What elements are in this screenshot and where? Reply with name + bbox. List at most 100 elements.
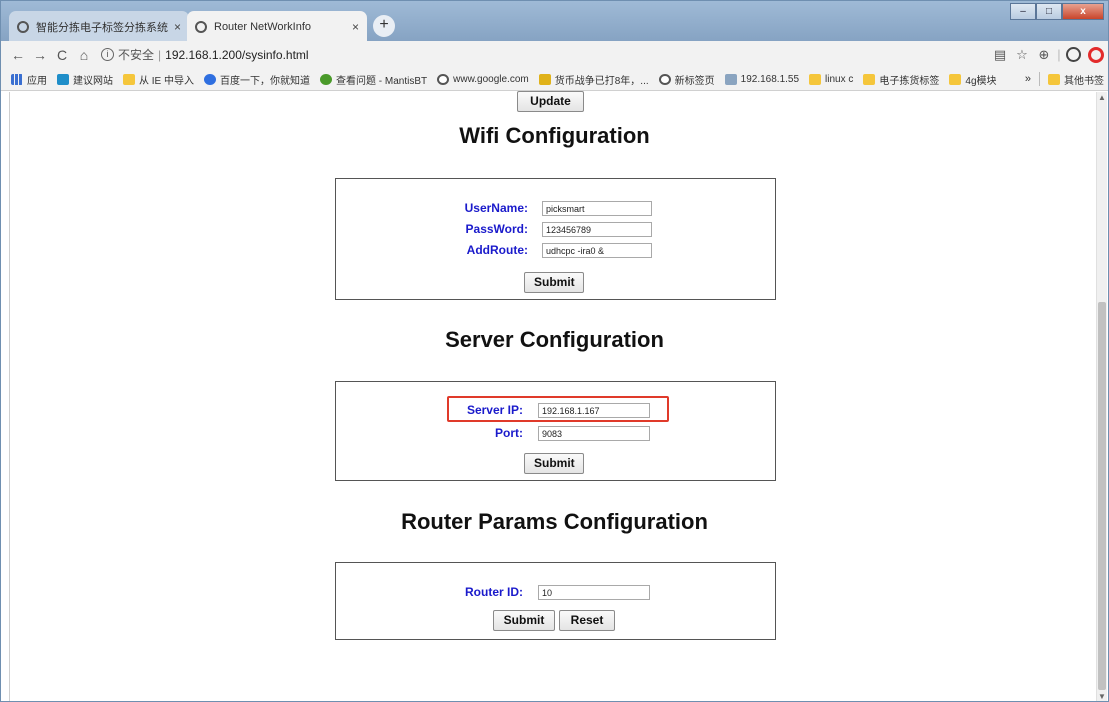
bookmark-baidu[interactable]: 百度一下，你就知道: [204, 72, 310, 87]
tab-sorting-system[interactable]: 智能分拣电子标签分拣系统 ×: [9, 11, 189, 42]
bing-icon: [57, 73, 69, 85]
browser-window: 智能分拣电子标签分拣系统 × Router NetWorkInfo × + – …: [0, 0, 1109, 702]
bookmark-label: www.google.com: [453, 73, 529, 85]
scroll-up-arrow-icon[interactable]: ▲: [1097, 92, 1107, 104]
bookmark-label: 建议网站: [73, 75, 113, 87]
reload-button[interactable]: C: [51, 47, 73, 63]
extension-icon[interactable]: ⊕: [1033, 47, 1055, 63]
vertical-scrollbar[interactable]: ▲ ▼: [1096, 92, 1107, 701]
page-content: Update Wifi Configuration UserName: Pass…: [9, 91, 1098, 701]
port-input[interactable]: [538, 426, 650, 441]
new-tab-button[interactable]: +: [373, 15, 395, 37]
minimize-button[interactable]: –: [1010, 3, 1036, 20]
s-icon: [538, 73, 551, 85]
bookmark-linux-c[interactable]: linux c: [809, 73, 854, 85]
opera-icon[interactable]: [1088, 46, 1104, 63]
tab-close-icon[interactable]: ×: [352, 20, 359, 34]
url-text[interactable]: 192.168.1.200/sysinfo.html: [165, 48, 308, 62]
back-button[interactable]: ←: [7, 47, 29, 63]
bookmarks-bar: 应用 建议网站 从 IE 中导入 百度一下，你就知道 查看问题 - Mantis…: [1, 68, 1108, 91]
server-ip-input[interactable]: [538, 403, 650, 418]
wifi-section-title: Wifi Configuration: [459, 123, 650, 148]
bookmark-label: 192.168.1.55: [740, 73, 800, 85]
tab-router-networkinfo[interactable]: Router NetWorkInfo ×: [187, 11, 367, 42]
divider: [1039, 72, 1040, 86]
bookmark-label: 应用: [27, 75, 47, 87]
tab-strip: 智能分拣电子标签分拣系统 × Router NetWorkInfo × + – …: [1, 1, 1108, 42]
server-ip-label: Server IP:: [466, 403, 523, 417]
router-id-label: Router ID:: [465, 585, 523, 599]
globe-icon: [437, 73, 450, 85]
router-reset-button[interactable]: Reset: [559, 610, 615, 631]
bookmark-192-168-1-55[interactable]: 192.168.1.55: [724, 73, 800, 85]
image-icon: [724, 73, 737, 85]
folder-icon: [949, 73, 962, 85]
divider: |: [1057, 47, 1061, 62]
bookmark-label: 从 IE 中导入: [139, 75, 195, 87]
separator: |: [158, 47, 162, 62]
address-bar[interactable]: i 不安全 | 192.168.1.200/sysinfo.html: [101, 44, 989, 66]
router-config-panel: Router ID: Submit Reset: [335, 562, 776, 640]
bookmark-suggested-sites[interactable]: 建议网站: [57, 72, 113, 87]
server-config-panel: Server IP: Port: Submit: [335, 381, 776, 481]
folder-icon: [809, 73, 822, 85]
tab-title: 智能分拣电子标签分拣系统: [36, 21, 168, 34]
router-id-input[interactable]: [538, 585, 650, 600]
bookmark-new-tab-page[interactable]: 新标签页: [658, 72, 715, 87]
wifi-config-panel: UserName: PassWord: AddRoute: Submit: [335, 178, 776, 300]
security-label: 不安全: [118, 48, 155, 62]
folder-icon: [123, 73, 135, 85]
tab-close-icon[interactable]: ×: [174, 20, 181, 34]
bookmark-picking-labels[interactable]: 电子拣货标签: [863, 72, 939, 87]
scroll-down-arrow-icon[interactable]: ▼: [1097, 691, 1107, 701]
other-bookmarks[interactable]: 其他书签: [1048, 72, 1104, 87]
paw-icon: [204, 73, 217, 85]
globe-icon: [17, 20, 29, 33]
bookmark-apps[interactable]: 应用: [11, 72, 47, 87]
server-submit-button[interactable]: Submit: [524, 453, 584, 474]
bookmark-label: 其他书签: [1064, 75, 1104, 87]
forward-button[interactable]: →: [29, 47, 51, 63]
router-submit-button[interactable]: Submit: [493, 610, 555, 631]
addroute-input[interactable]: [542, 243, 652, 258]
bookmark-star-icon[interactable]: ☆: [1011, 47, 1033, 63]
update-button[interactable]: Update: [517, 91, 584, 112]
bookmark-label: 电子拣货标签: [879, 75, 940, 87]
wifi-submit-button[interactable]: Submit: [524, 272, 584, 293]
bookmark-google[interactable]: www.google.com: [437, 73, 529, 85]
bookmark-label: 新标签页: [674, 75, 715, 87]
addroute-label: AddRoute:: [466, 243, 528, 257]
password-label: PassWord:: [465, 222, 528, 236]
bookmark-4g-module[interactable]: 4g模块: [949, 72, 997, 87]
scrollbar-thumb[interactable]: [1098, 302, 1106, 690]
password-input[interactable]: [542, 222, 652, 237]
translate-icon[interactable]: ▤: [989, 47, 1011, 63]
toolbar-actions: ▤ ☆ ⊕ |: [989, 46, 1104, 63]
profile-icon[interactable]: [1066, 47, 1081, 62]
server-section-title: Server Configuration: [445, 327, 664, 352]
bookmark-label: linux c: [825, 73, 854, 85]
globe-icon: [195, 20, 207, 33]
username-input[interactable]: [542, 201, 652, 216]
bookmark-label: 货币战争已打8年，...: [554, 75, 649, 87]
bookmarks-overflow: » 其他书签: [1025, 72, 1104, 87]
bookmark-import-ie[interactable]: 从 IE 中导入: [123, 72, 194, 87]
bookmark-currency-war[interactable]: 货币战争已打8年，...: [538, 72, 649, 87]
info-icon[interactable]: i: [101, 48, 114, 61]
home-button[interactable]: ⌂: [73, 47, 95, 63]
maximize-button[interactable]: □: [1036, 3, 1062, 20]
bug-icon: [320, 73, 333, 85]
folder-icon: [1048, 73, 1060, 85]
port-label: Port:: [495, 426, 523, 440]
close-window-button[interactable]: x: [1062, 3, 1104, 20]
apps-icon: [11, 73, 23, 85]
router-section-title: Router Params Configuration: [401, 509, 708, 534]
folder-icon: [863, 73, 876, 85]
bookmark-mantisbt[interactable]: 查看问题 - MantisBT: [320, 72, 427, 87]
more-bookmarks-chevron-icon[interactable]: »: [1025, 73, 1031, 85]
bookmark-label: 百度一下，你就知道: [220, 75, 311, 87]
globe-icon: [658, 73, 671, 85]
tab-title: Router NetWorkInfo: [214, 20, 312, 33]
username-label: UserName:: [464, 201, 528, 215]
window-controls: – □ x: [1010, 3, 1104, 20]
